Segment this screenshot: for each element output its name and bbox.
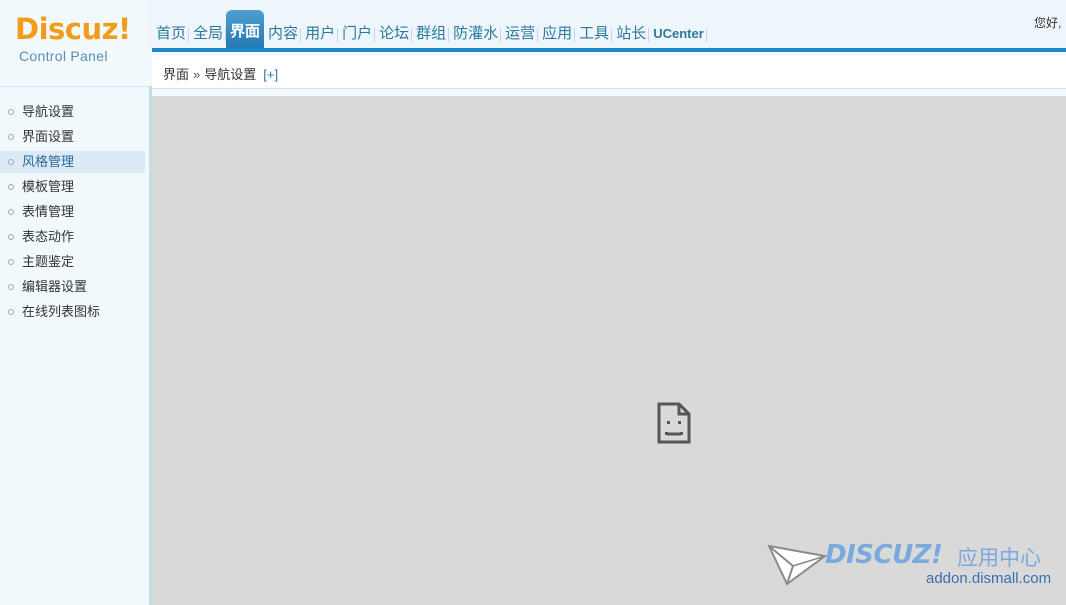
paper-plane-icon <box>767 544 827 586</box>
sidebar-item-interface-settings[interactable]: 界面设置 <box>0 126 145 148</box>
nav-underline <box>152 48 1066 52</box>
nav-item-interface[interactable]: 界面 <box>226 10 265 50</box>
sidebar-item-click-actions[interactable]: 表态动作 <box>0 226 145 248</box>
sidebar: 导航设置 界面设置 风格管理 模板管理 表情管理 表态动作 主题鉴定 编辑器设置… <box>0 86 149 605</box>
sidebar-item-editor-settings[interactable]: 编辑器设置 <box>0 276 145 298</box>
breadcrumb-section[interactable]: 界面 <box>163 67 189 82</box>
watermark-url: addon.dismall.com <box>926 570 1052 587</box>
bullet-icon <box>8 234 14 240</box>
sidebar-item-label: 表情管理 <box>22 204 75 219</box>
sidebar-item-label: 导航设置 <box>22 104 75 119</box>
bullet-icon <box>8 109 14 115</box>
content-frame <box>152 96 1066 605</box>
discuz-control-panel: 首页 全局 界面 内容 用户 门户 论坛 群组 防灌水 运营 应用 工具 站长 … <box>0 0 1066 605</box>
sidebar-item-label: 表态动作 <box>22 229 75 244</box>
sidebar-item-template-management[interactable]: 模板管理 <box>0 176 145 198</box>
dismall-watermark: DISCUZ! 应用中心 addon.dismall.com <box>767 540 1066 600</box>
sidebar-item-thread-stamps[interactable]: 主题鉴定 <box>0 251 145 273</box>
main-nav: 首页 全局 界面 内容 用户 门户 论坛 群组 防灌水 运营 应用 工具 站长 … <box>152 10 707 50</box>
nav-item-admin[interactable]: 站长 <box>612 18 650 50</box>
sidebar-item-smiley-management[interactable]: 表情管理 <box>0 201 145 223</box>
sidebar-item-label: 风格管理 <box>22 154 75 169</box>
nav-item-operations[interactable]: 运营 <box>501 18 539 50</box>
breadcrumb: 界面 » 导航设置 [+] <box>163 64 278 83</box>
bullet-icon <box>8 209 14 215</box>
breadcrumb-separator: » <box>193 67 201 82</box>
nav-item-home[interactable]: 首页 <box>152 18 190 50</box>
sidebar-item-label: 模板管理 <box>22 179 75 194</box>
nav-item-global[interactable]: 全局 <box>189 18 227 50</box>
bullet-icon <box>8 309 14 315</box>
nav-item-portal[interactable]: 门户 <box>338 18 376 50</box>
bullet-icon <box>8 134 14 140</box>
nav-item-forum[interactable]: 论坛 <box>375 18 413 50</box>
bullet-icon <box>8 259 14 265</box>
logo-area: Discuz! Control Panel <box>0 0 150 86</box>
bullet-icon <box>8 284 14 290</box>
nav-item-groups[interactable]: 群组 <box>412 18 450 50</box>
sidebar-item-label: 主题鉴定 <box>22 254 75 269</box>
watermark-logo: DISCUZ! <box>825 540 943 570</box>
sidebar-item-label: 界面设置 <box>22 129 75 144</box>
sidebar-item-label: 在线列表图标 <box>22 304 101 319</box>
breadcrumb-bar: 界面 » 导航设置 [+] <box>152 56 1066 89</box>
bullet-icon <box>8 184 14 190</box>
breadcrumb-page: 导航设置 <box>204 67 257 82</box>
user-greeting: 您好, <box>1034 16 1062 30</box>
nav-item-ucenter[interactable]: UCenter <box>649 18 707 50</box>
nav-item-apps[interactable]: 应用 <box>538 18 576 50</box>
add-shortcut-button[interactable]: [+] <box>263 67 278 82</box>
logo-subtitle: Control Panel <box>19 48 108 64</box>
nav-item-anti-spam[interactable]: 防灌水 <box>449 18 502 50</box>
bullet-icon <box>8 159 14 165</box>
nav-item-tools[interactable]: 工具 <box>575 18 613 50</box>
top-header: 首页 全局 界面 内容 用户 门户 论坛 群组 防灌水 运营 应用 工具 站长 … <box>0 0 1066 52</box>
sidebar-item-nav-settings[interactable]: 导航设置 <box>0 101 145 123</box>
sidebar-item-online-list-icons[interactable]: 在线列表图标 <box>0 301 145 323</box>
discuz-logo: Discuz! <box>15 12 131 46</box>
broken-page-icon <box>657 402 691 444</box>
sidebar-item-label: 编辑器设置 <box>22 279 88 294</box>
sidebar-item-style-management[interactable]: 风格管理 <box>0 151 145 173</box>
nav-item-content[interactable]: 内容 <box>264 18 302 50</box>
nav-item-users[interactable]: 用户 <box>301 18 339 50</box>
watermark-app-center: 应用中心 <box>957 547 1041 570</box>
